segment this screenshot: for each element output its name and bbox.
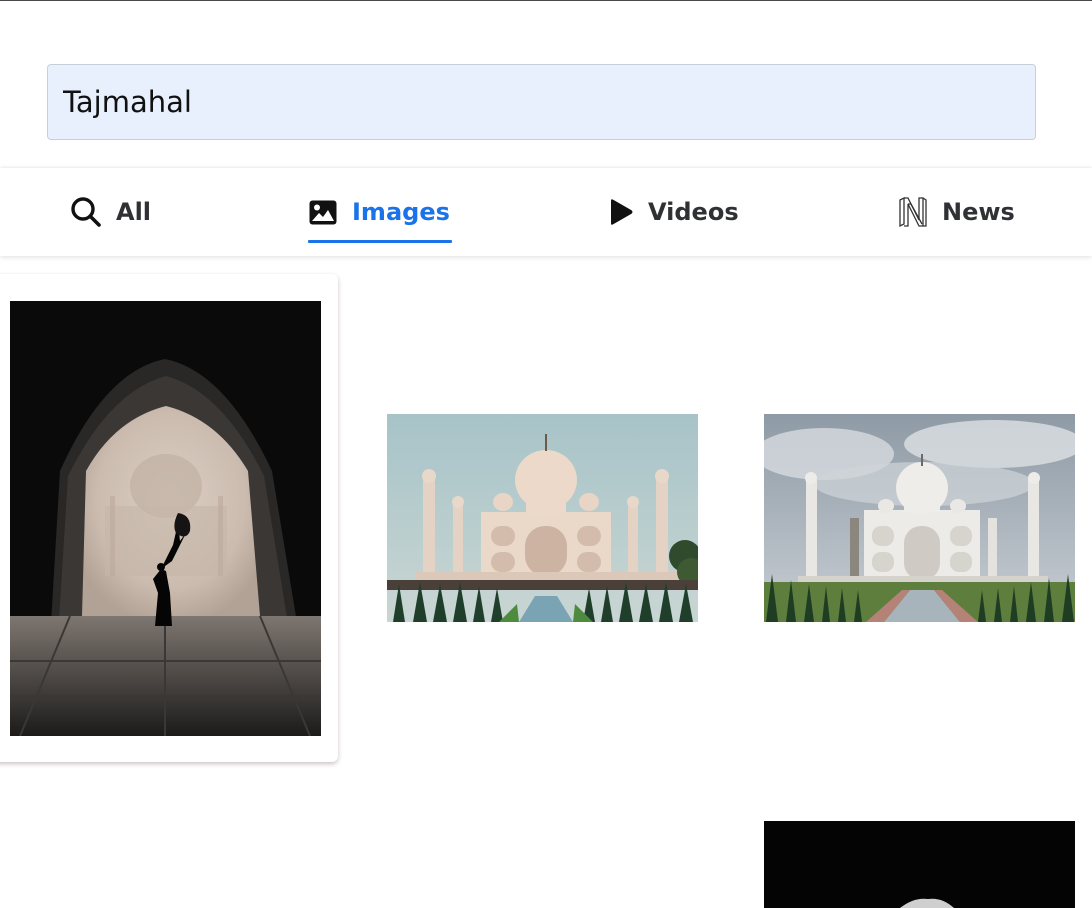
result-image-2[interactable] xyxy=(387,414,698,622)
play-icon xyxy=(608,198,634,226)
active-tab-indicator xyxy=(308,240,452,243)
result-image-3[interactable] xyxy=(764,414,1075,622)
result-image-4[interactable] xyxy=(764,821,1075,908)
tab-videos[interactable]: Videos xyxy=(608,168,739,256)
search-input[interactable] xyxy=(48,65,1035,139)
result-image-1[interactable] xyxy=(10,301,321,736)
tab-videos-label: Videos xyxy=(648,198,739,226)
news-icon xyxy=(898,196,928,228)
image-icon xyxy=(308,199,338,226)
tab-all[interactable]: All xyxy=(70,168,151,256)
tab-news[interactable]: News xyxy=(898,168,1015,256)
search-box[interactable] xyxy=(47,64,1036,140)
search-icon xyxy=(70,196,102,228)
tab-news-label: News xyxy=(942,198,1015,226)
tab-all-label: All xyxy=(116,198,152,226)
top-divider xyxy=(0,0,1092,1)
search-tabs: All Images Videos News xyxy=(0,168,1092,256)
tab-images-label: Images xyxy=(352,198,450,226)
